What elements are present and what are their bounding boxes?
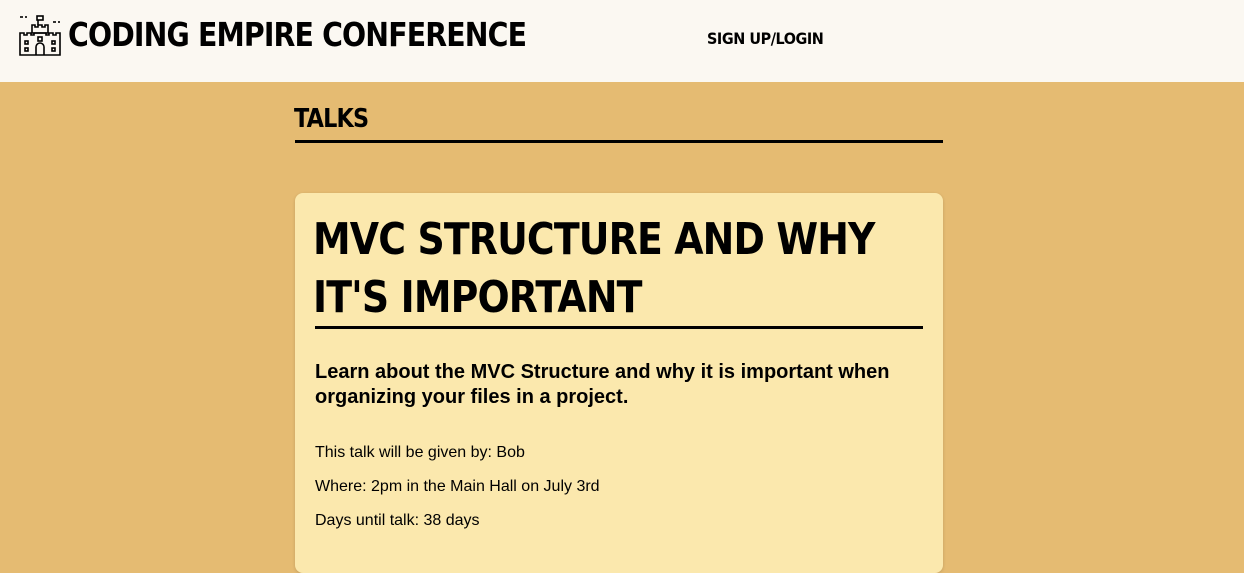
talk-speaker: This talk will be given by: Bob: [315, 444, 525, 461]
sign-up-login-link[interactable]: SIGN UP/LOGIN: [707, 29, 824, 48]
talk-title: MVC STRUCTURE AND WHY IT'S IMPORTANT: [313, 214, 875, 323]
talk-card: MVC STRUCTURE AND WHY IT'S IMPORTANT Lea…: [295, 193, 943, 573]
talk-countdown: Days until talk: 38 days: [315, 512, 480, 529]
castle-icon: [19, 15, 61, 56]
talk-title-divider: [315, 326, 923, 329]
talk-description: Learn about the MVC Structure and why it…: [315, 361, 890, 408]
title-divider: [295, 140, 943, 143]
top-header: CODING EMPIRE CONFERENCE SIGN UP/LOGIN: [0, 0, 1244, 82]
talk-location: Where: 2pm in the Main Hall on July 3rd: [315, 478, 600, 495]
page-title: TALKS: [294, 104, 369, 134]
brand[interactable]: CODING EMPIRE CONFERENCE: [18, 13, 601, 57]
site-name: CODING EMPIRE CONFERENCE: [68, 15, 527, 54]
